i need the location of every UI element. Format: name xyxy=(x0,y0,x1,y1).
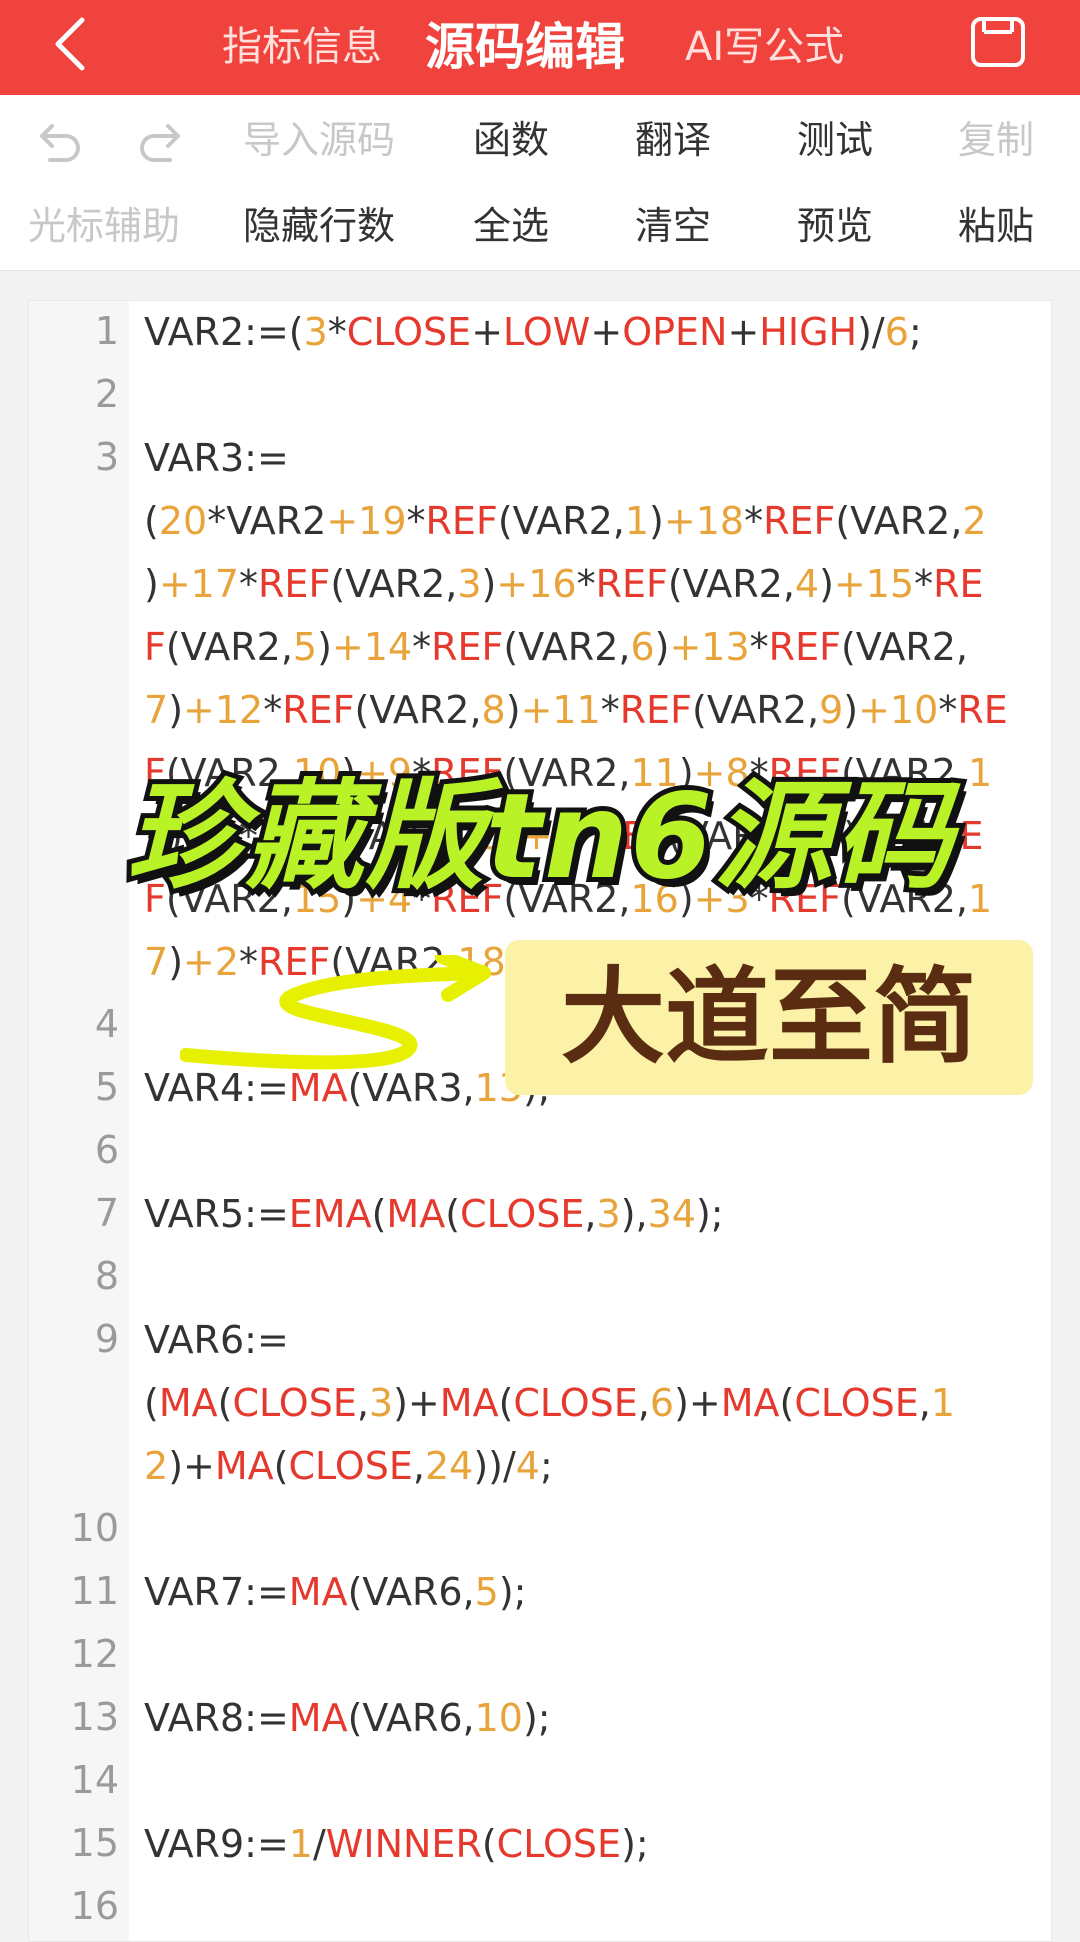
line-number: 8 xyxy=(94,1254,119,1298)
line-number: 7 xyxy=(94,1191,119,1235)
redo-icon[interactable] xyxy=(132,107,192,177)
code-line: VAR5:=EMA(MA(CLOSE,3),34); xyxy=(144,1192,724,1236)
tab-source-edit[interactable]: 源码编辑 xyxy=(425,0,625,95)
top-nav-bar: 指标信息 源码编辑 AI写公式 xyxy=(0,0,1080,95)
code-line: VAR8:=MA(VAR6,10); xyxy=(144,1696,551,1740)
code-line: 7)+12*REF(VAR2,8)+11*REF(VAR2,9)+10*RE xyxy=(144,688,1008,732)
line-number: 2 xyxy=(94,372,119,416)
code-line: VAR3:= xyxy=(144,436,289,480)
code-line: )+17*REF(VAR2,3)+16*REF(VAR2,4)+15*RE xyxy=(144,562,984,606)
preview-button[interactable]: 预览 xyxy=(797,191,873,261)
back-arrow-icon[interactable] xyxy=(48,14,108,74)
line-number: 16 xyxy=(70,1884,119,1928)
translate-button[interactable]: 翻译 xyxy=(635,105,711,175)
line-number: 15 xyxy=(70,1821,119,1865)
undo-icon[interactable] xyxy=(28,107,88,177)
tab-ai-formula[interactable]: AI写公式 xyxy=(685,0,844,95)
editor-toolbar: 导入源码 函数 翻译 测试 复制 光标辅助 隐藏行数 全选 清空 预览 粘贴 xyxy=(0,95,1080,271)
test-button[interactable]: 测试 xyxy=(797,105,873,175)
line-number: 10 xyxy=(70,1506,119,1550)
code-line: F(VAR2,5)+14*REF(VAR2,6)+13*REF(VAR2, xyxy=(144,625,968,669)
copy-button[interactable]: 复制 xyxy=(958,105,1034,175)
line-number: 9 xyxy=(94,1317,119,1361)
select-all-button[interactable]: 全选 xyxy=(473,191,549,261)
line-number: 3 xyxy=(94,435,119,479)
line-number: 12 xyxy=(70,1632,119,1676)
functions-button[interactable]: 函数 xyxy=(473,105,549,175)
promo-banner-title: 珍藏版tn6源码 xyxy=(121,762,958,910)
line-number: 1 xyxy=(94,309,119,353)
code-line: 2)+MA(CLOSE,24))/4; xyxy=(144,1444,553,1488)
clear-button[interactable]: 清空 xyxy=(635,191,711,261)
paste-button[interactable]: 粘贴 xyxy=(958,191,1034,261)
code-line: VAR7:=MA(VAR6,5); xyxy=(144,1570,527,1614)
line-number: 4 xyxy=(94,1002,119,1046)
code-line: VAR6:= xyxy=(144,1318,289,1362)
line-number: 6 xyxy=(94,1128,119,1172)
save-icon[interactable] xyxy=(970,16,1026,68)
code-line: VAR2:=(3*CLOSE+LOW+OPEN+HIGH)/6; xyxy=(144,310,922,354)
code-line: (MA(CLOSE,3)+MA(CLOSE,6)+MA(CLOSE,1 xyxy=(144,1381,956,1425)
promo-subtitle: 大道至简 xyxy=(505,940,1033,1095)
line-number: 5 xyxy=(94,1065,119,1109)
cursor-assist-button[interactable]: 光标辅助 xyxy=(28,191,180,261)
code-editor[interactable]: 1 2 3 4 5 6 7 8 9 10 11 12 13 14 15 16 V… xyxy=(28,300,1052,1942)
import-source-button[interactable]: 导入源码 xyxy=(243,105,395,175)
arrow-icon xyxy=(180,955,491,1070)
line-number: 14 xyxy=(70,1758,119,1802)
code-line: VAR9:=1/WINNER(CLOSE); xyxy=(144,1822,649,1866)
code-token: VAR2:=( xyxy=(144,310,304,354)
line-number: 13 xyxy=(70,1695,119,1739)
hide-line-numbers-button[interactable]: 隐藏行数 xyxy=(243,191,395,261)
tab-indicator-info[interactable]: 指标信息 xyxy=(222,0,382,95)
line-number: 11 xyxy=(70,1569,119,1613)
code-line: (20*VAR2+19*REF(VAR2,1)+18*REF(VAR2,2 xyxy=(144,499,987,543)
